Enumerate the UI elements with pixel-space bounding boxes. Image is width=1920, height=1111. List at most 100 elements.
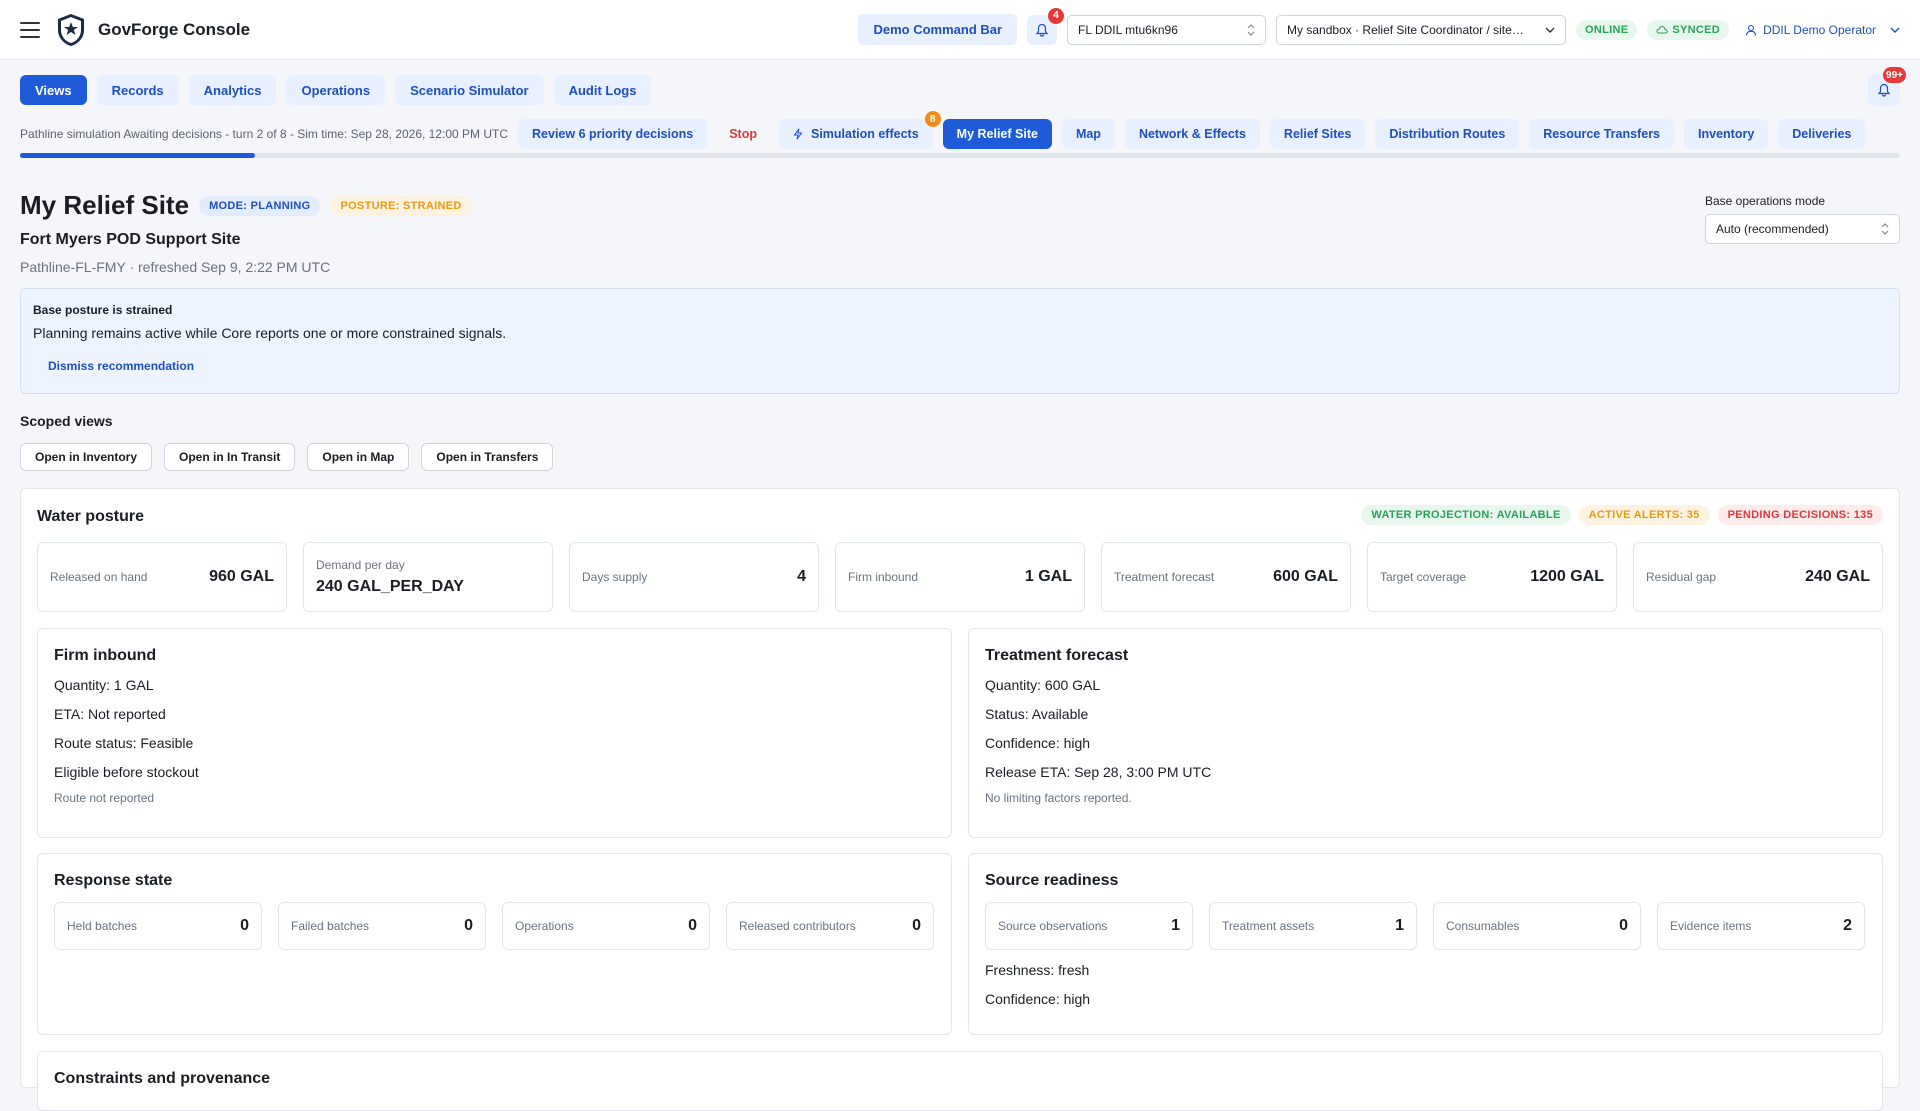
source-readiness-panel: Source readiness Source observations 1 Tr… <box>968 853 1883 1035</box>
bolt-icon <box>793 128 803 140</box>
panel-line: Freshness: fresh <box>985 962 1090 978</box>
pending-decisions-badge: PENDING DECISIONS: 135 <box>1717 505 1883 525</box>
panel-line: Status: Available <box>985 706 1089 722</box>
cloud-check-icon <box>1656 25 1669 34</box>
dismiss-recommendation-link[interactable]: Dismiss recommendation <box>48 359 1887 373</box>
stat-value: 600 GAL <box>1273 568 1338 585</box>
tab-views[interactable]: Views <box>20 75 87 105</box>
operator-name: DDIL Demo Operator <box>1763 22 1876 37</box>
operations-mode-label: Base operations mode <box>1705 194 1826 208</box>
page-title: My Relief Site <box>20 190 190 220</box>
panel-title: Source readiness <box>985 872 1119 889</box>
sandbox-select[interactable]: My sandbox · Relief Site Coordinator / s… <box>1276 14 1567 45</box>
stat-treatment-forecast: Treatment forecast 600 GAL <box>1101 542 1351 612</box>
simulation-effects-button[interactable]: Simulation effects 8 <box>778 111 941 149</box>
scoped-views-heading: Scoped views <box>20 413 113 429</box>
held-batches-stat: Held batches 0 <box>54 902 262 950</box>
stat-label: Released on hand <box>50 570 148 584</box>
stat-label: Firm inbound <box>848 570 919 584</box>
panel-line: Confidence: high <box>985 991 1091 1007</box>
stat-label: Evidence items <box>1670 919 1752 933</box>
stat-value: 2 <box>1843 917 1852 934</box>
active-alerts-badge: ACTIVE ALERTS: 35 <box>1578 505 1710 525</box>
mode-badge: MODE: PLANNING <box>199 195 321 216</box>
stat-label: Residual gap <box>1646 570 1717 584</box>
stat-demand-per-day: Demand per day 240 GAL_PER_DAY <box>303 542 553 612</box>
effects-count-badge: 8 <box>924 111 941 127</box>
panel-line: Release ETA: Sep 28, 3:00 PM UTC <box>985 764 1212 780</box>
view-inventory[interactable]: Inventory <box>1684 119 1769 149</box>
stat-label: Treatment forecast <box>1114 570 1215 584</box>
tab-operations[interactable]: Operations <box>286 75 386 105</box>
bell-icon <box>1035 23 1049 37</box>
site-name: Fort Myers POD Support Site <box>20 231 241 248</box>
review-decisions-button[interactable]: Review 6 priority decisions <box>518 119 708 149</box>
stat-residual-gap: Residual gap 240 GAL <box>1633 542 1883 612</box>
notifications-button[interactable]: 4 <box>1027 7 1065 45</box>
stat-label: Source observations <box>998 919 1108 933</box>
panel-note: Route not reported <box>54 791 155 805</box>
operations-mode-value: Auto (recommended) <box>1716 222 1829 236</box>
hamburger-icon[interactable] <box>20 21 40 38</box>
panel-line: Eligible before stockout <box>54 764 199 780</box>
stat-released-on-hand: Released on hand 960 GAL <box>37 542 287 612</box>
view-resource-transfers[interactable]: Resource Transfers <box>1529 119 1675 149</box>
stat-label: Held batches <box>67 919 138 933</box>
site-select[interactable]: FL DDIL mtu6kn96 <box>1067 14 1267 45</box>
stat-value: 4 <box>797 568 806 585</box>
view-distribution-routes[interactable]: Distribution Routes <box>1375 119 1520 149</box>
panel-title: Treatment forecast <box>985 647 1129 664</box>
sort-icon <box>1247 23 1255 36</box>
stat-value: 1 <box>1171 917 1180 934</box>
notification-count-badge: 4 <box>1048 7 1065 24</box>
panel-line: Route status: Feasible <box>54 735 194 751</box>
view-map[interactable]: Map <box>1061 119 1115 149</box>
stat-value: 240 GAL <box>1805 568 1870 585</box>
tab-analytics[interactable]: Analytics <box>188 75 277 105</box>
tab-audit-logs[interactable]: Audit Logs <box>553 75 652 105</box>
banner-title: Base posture is strained <box>33 303 173 317</box>
panel-line: Quantity: 1 GAL <box>54 677 154 693</box>
chevron-down-icon <box>1545 27 1555 33</box>
treatment-forecast-panel: Treatment forecast Quantity: 600 GAL Sta… <box>968 628 1883 838</box>
stop-simulation-button[interactable]: Stop <box>717 127 769 141</box>
panel-line: Confidence: high <box>985 735 1091 751</box>
stat-label: Target coverage <box>1380 570 1467 584</box>
stat-label: Consumables <box>1446 919 1520 933</box>
alert-count-badge: 99+ <box>1883 67 1906 83</box>
simulation-toolbar: Pathline simulation Awaiting decisions -… <box>20 111 1900 149</box>
panel-line: Quantity: 600 GAL <box>985 677 1101 693</box>
consumables-stat: Consumables 0 <box>1433 902 1641 950</box>
tab-records[interactable]: Records <box>96 75 179 105</box>
operations-stat: Operations 0 <box>502 902 710 950</box>
site-meta: Pathline-FL-FMY · refreshed Sep 9, 2:22 … <box>20 259 331 275</box>
failed-batches-stat: Failed batches 0 <box>278 902 486 950</box>
operator-menu[interactable]: DDIL Demo Operator <box>1745 23 1900 37</box>
stat-label: Failed batches <box>291 919 370 933</box>
chevron-down-icon <box>1890 27 1900 33</box>
stat-label: Days supply <box>582 570 648 584</box>
view-my-relief-site[interactable]: My Relief Site <box>942 119 1052 149</box>
stat-label: Operations <box>515 919 574 933</box>
view-network-effects[interactable]: Network & Effects <box>1124 119 1260 149</box>
panel-line: ETA: Not reported <box>54 706 166 722</box>
bell-icon <box>1877 83 1891 97</box>
open-in-map-button[interactable]: Open in Map <box>307 443 410 471</box>
stat-label: Demand per day <box>316 558 405 572</box>
online-status-badge: ONLINE <box>1576 19 1638 40</box>
alerts-button[interactable]: 99+ <box>1868 67 1906 106</box>
view-deliveries[interactable]: Deliveries <box>1778 119 1866 149</box>
command-bar-button[interactable]: Demo Command Bar <box>858 14 1018 45</box>
open-in-inventory-button[interactable]: Open in Inventory <box>20 443 153 471</box>
panel-title: Response state <box>54 872 173 889</box>
view-relief-sites[interactable]: Relief Sites <box>1269 119 1366 149</box>
open-in-transfers-button[interactable]: Open in Transfers <box>421 443 554 471</box>
panel-title: Firm inbound <box>54 647 157 664</box>
open-in-transit-button[interactable]: Open in In Transit <box>164 443 296 471</box>
evidence-items-stat: Evidence items 2 <box>1657 902 1865 950</box>
app-title: GovForge Console <box>98 19 251 39</box>
operations-mode-select[interactable]: Auto (recommended) <box>1705 214 1900 244</box>
operations-mode-group: Base operations mode Auto (recommended) <box>1705 194 1900 244</box>
tab-scenario-simulator[interactable]: Scenario Simulator <box>395 75 544 105</box>
treatment-assets-stat: Treatment assets 1 <box>1209 902 1417 950</box>
